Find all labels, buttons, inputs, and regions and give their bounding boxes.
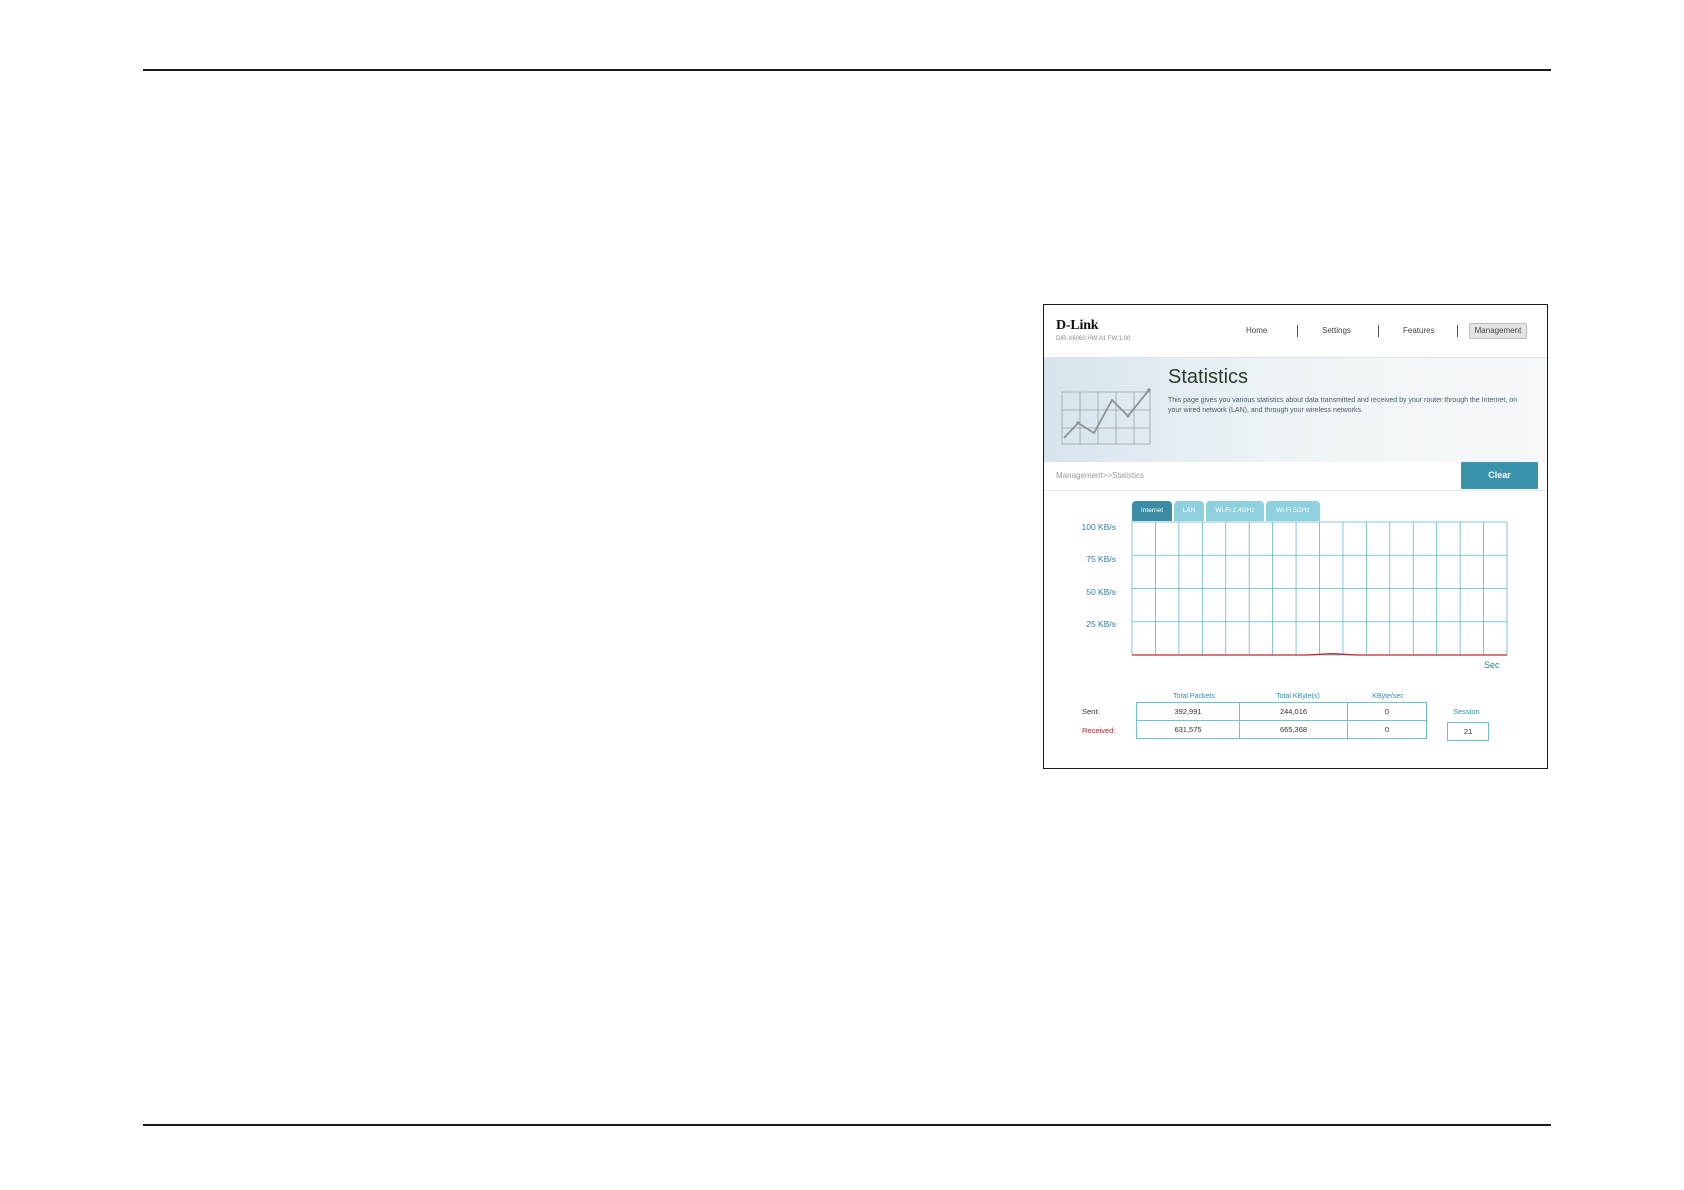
top-rule [143, 69, 1551, 71]
router-statistics-screenshot: D-Link DIR-X6060 HW:A1 FW:1.00 Home Sett… [1043, 304, 1548, 769]
sent-label: Sent: [1082, 707, 1100, 716]
session-label: Session [1453, 707, 1480, 716]
chart-series-line [1132, 653, 1507, 656]
sent-kbyte-sec: 0 [1347, 702, 1427, 721]
table-row-sent: 392,991 244,016 0 [1136, 702, 1427, 721]
col-header-kbyte-sec: KByte/sec [1372, 693, 1404, 700]
received-total-kbytes: 665,368 [1239, 720, 1348, 739]
sent-total-packets: 392,991 [1136, 702, 1240, 721]
x-axis-label: Sec [1484, 660, 1500, 670]
col-header-total-kbytes: Total KByte(s) [1276, 693, 1320, 700]
received-label: Received: [1082, 726, 1116, 735]
session-value: 21 [1447, 722, 1489, 741]
bottom-rule [143, 1124, 1551, 1126]
received-total-packets: 631,575 [1136, 720, 1240, 739]
received-kbyte-sec: 0 [1347, 720, 1427, 739]
sent-total-kbytes: 244,016 [1239, 702, 1348, 721]
col-header-total-packets: Total Packets [1173, 693, 1215, 700]
table-row-received: 631,575 665,368 0 [1136, 720, 1427, 739]
statistics-table: 392,991 244,016 0 631,575 665,368 0 [1136, 702, 1427, 739]
